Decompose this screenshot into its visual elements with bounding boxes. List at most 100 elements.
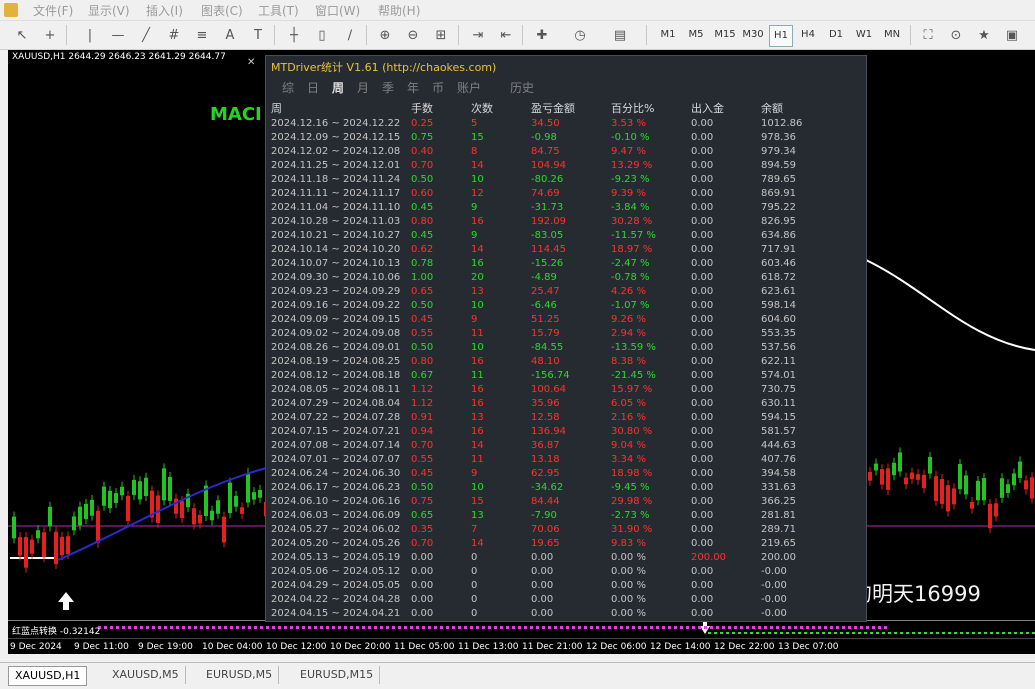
- navigator-icon[interactable]: ⊙: [946, 25, 966, 45]
- timeframe-w1[interactable]: W1: [852, 25, 876, 45]
- table-row: 2024.04.22 ~ 2024.04.28 0.00 0 0.00 0.00 % 0.…: [266, 593, 866, 607]
- indicator-dot: [332, 626, 335, 629]
- cell-count: 14: [471, 440, 484, 451]
- tab-year[interactable]: 年: [407, 79, 419, 96]
- date-label: 10 Dec 04:00: [202, 642, 263, 652]
- indicator-dot: [852, 632, 855, 634]
- indicator-dot: [848, 626, 851, 629]
- zoom-in-icon[interactable]: ⊕: [375, 25, 395, 45]
- candlestick-icon[interactable]: ▯: [312, 25, 332, 45]
- tab-xauusd-h1[interactable]: XAUUSD,H1: [8, 666, 88, 686]
- tab-currency[interactable]: 币: [432, 79, 444, 96]
- indicator-dot: [524, 626, 527, 629]
- menu-insert[interactable]: 插入(I): [146, 2, 183, 19]
- cell-balance: 598.14: [761, 300, 796, 311]
- indicators-icon[interactable]: ✚: [532, 25, 552, 45]
- text-icon[interactable]: A: [220, 25, 240, 45]
- cell-balance: 826.95: [761, 216, 796, 227]
- tab-eurusd-m5[interactable]: EURUSD,M5: [200, 666, 280, 684]
- menu-help[interactable]: 帮助(H): [378, 2, 420, 19]
- indicator-dot: [836, 626, 839, 629]
- tab-summary[interactable]: 综: [282, 79, 294, 96]
- timeframe-m5[interactable]: M5: [684, 25, 708, 45]
- tab-account[interactable]: 账户: [457, 79, 481, 96]
- cell-flow: 0.00: [691, 118, 714, 129]
- indicator-dot: [870, 632, 873, 634]
- terminal-icon[interactable]: ▣: [1002, 25, 1022, 45]
- menu-view[interactable]: 显示(V): [88, 2, 130, 19]
- trendline-icon[interactable]: ╱: [136, 25, 156, 45]
- templates-icon[interactable]: ▤: [610, 25, 630, 45]
- menu-tools[interactable]: 工具(T): [258, 2, 299, 19]
- cursor-icon[interactable]: ↖: [12, 25, 32, 45]
- date-label: 12 Dec 14:00: [650, 642, 711, 652]
- cell-lots: 0.50: [411, 174, 434, 185]
- indicator-dot: [182, 626, 185, 629]
- table-row: 2024.08.05 ~ 2024.08.11 1.12 16 100.64 15.97…: [266, 383, 866, 397]
- symbol-info: XAUUSD,H1 2644.29 2646.23 2641.29 2644.7…: [12, 52, 226, 62]
- close-icon[interactable]: ✕: [247, 57, 255, 68]
- menu-window[interactable]: 窗口(W): [315, 2, 360, 19]
- menu-file[interactable]: 文件(F): [33, 2, 73, 19]
- indicator-dot: [290, 626, 293, 629]
- indicator-dot: [972, 632, 975, 634]
- candle-body: [982, 478, 986, 501]
- timeframe-m15[interactable]: M15: [712, 25, 738, 45]
- timeframe-m1[interactable]: M1: [656, 25, 680, 45]
- tab-eurusd-m15[interactable]: EURUSD,M15: [294, 666, 381, 684]
- cell-week: 2024.11.04 ~ 2024.11.10: [271, 202, 401, 213]
- cell-pct: 8.38 %: [611, 356, 646, 367]
- indicator-dot: [786, 632, 789, 634]
- bar-chart-icon[interactable]: ┼: [284, 25, 304, 45]
- autoscroll-icon[interactable]: ⇥: [468, 25, 488, 45]
- timeframe-h1[interactable]: H1: [769, 25, 793, 47]
- indicator-dot: [942, 632, 945, 634]
- tile-windows-icon[interactable]: ⊞: [431, 25, 451, 45]
- cell-count: 16: [471, 384, 484, 395]
- cell-count: 15: [471, 496, 484, 507]
- chart-shift-icon[interactable]: ⇤: [496, 25, 516, 45]
- cell-pnl: -7.90: [531, 510, 557, 521]
- indicator-dot: [110, 626, 113, 629]
- fibonacci-icon[interactable]: ≡: [192, 25, 212, 45]
- text-label-icon[interactable]: T: [248, 25, 268, 45]
- candle-body: [240, 507, 244, 514]
- tab-xauusd-m5[interactable]: XAUUSD,M5: [106, 666, 186, 684]
- tab-week[interactable]: 周: [332, 79, 344, 96]
- tab-history[interactable]: 历史: [510, 79, 534, 96]
- candle-body: [156, 495, 160, 523]
- candle-body: [162, 468, 166, 501]
- horizontal-line-icon[interactable]: —: [108, 25, 128, 45]
- tab-quarter[interactable]: 季: [382, 79, 394, 96]
- menu-charts[interactable]: 图表(C): [201, 2, 243, 19]
- line-chart-icon[interactable]: ∕: [340, 25, 360, 45]
- timeframe-m30[interactable]: M30: [740, 25, 766, 45]
- timeframe-h4[interactable]: H4: [796, 25, 820, 45]
- tab-month[interactable]: 月: [357, 79, 369, 96]
- indicator-dot: [212, 626, 215, 629]
- favorites-icon[interactable]: ★: [974, 25, 994, 45]
- indicator-dot: [398, 626, 401, 629]
- indicator-dot: [662, 626, 665, 629]
- cell-week: 2024.05.06 ~ 2024.05.12: [271, 566, 401, 577]
- table-row: 2024.11.11 ~ 2024.11.17 0.60 12 74.69 9.39 %…: [266, 187, 866, 201]
- indicator-dot: [512, 626, 515, 629]
- vertical-line-icon[interactable]: |: [80, 25, 100, 45]
- cell-pnl: 136.94: [531, 426, 566, 437]
- cell-pct: 2.94 %: [611, 328, 646, 339]
- cell-flow: 0.00: [691, 482, 714, 493]
- indicator-dot: [792, 632, 795, 634]
- periods-icon[interactable]: ◷: [570, 25, 590, 45]
- cell-lots: 0.50: [411, 342, 434, 353]
- timeframe-d1[interactable]: D1: [824, 25, 848, 45]
- candle-body: [72, 516, 76, 531]
- experts-icon[interactable]: ⛶: [918, 25, 938, 45]
- cell-pnl: -80.26: [531, 174, 564, 185]
- tab-day[interactable]: 日: [307, 79, 319, 96]
- channel-icon[interactable]: #: [164, 25, 184, 45]
- crosshair-icon[interactable]: +: [40, 25, 60, 45]
- zoom-out-icon[interactable]: ⊖: [403, 25, 423, 45]
- timeframe-mn[interactable]: MN: [880, 25, 904, 45]
- cell-balance: -0.00: [761, 566, 787, 577]
- candle-body: [132, 479, 136, 495]
